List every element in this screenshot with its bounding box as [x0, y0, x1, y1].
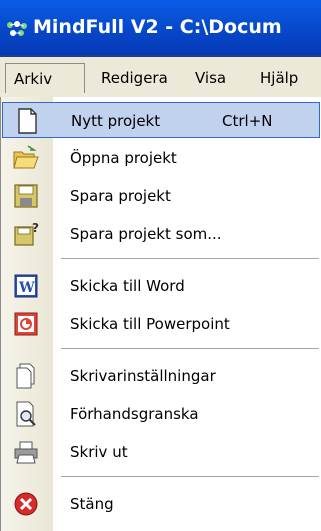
word-icon: W — [14, 274, 38, 298]
menu-item-label: Spara projekt som... — [70, 225, 222, 243]
menu-separator — [61, 258, 319, 259]
title-bar[interactable]: MindFull V2 - C:\Docum — [0, 0, 321, 57]
printer-icon — [14, 441, 38, 464]
menu-separator — [61, 348, 319, 349]
menu-hjalp[interactable]: Hjälp — [260, 63, 298, 93]
menu-visa[interactable]: Visa — [195, 63, 226, 93]
svg-text:?: ? — [32, 221, 39, 235]
menu-item-label: Förhandsgranska — [70, 405, 199, 423]
close-circle-icon — [14, 492, 38, 516]
menu-item-skicka-till-word[interactable]: W Skicka till Word — [2, 268, 320, 304]
menu-redigera[interactable]: Redigera — [101, 63, 168, 93]
menu-item-stang[interactable]: Stäng — [2, 486, 320, 522]
word-badge: W — [18, 280, 35, 296]
new-document-icon — [18, 108, 37, 134]
menu-item-nytt-projekt[interactable]: Nytt projekt Ctrl+N — [2, 102, 320, 138]
menu-item-label: Skriv ut — [70, 443, 128, 461]
page-setup-icon — [16, 363, 35, 389]
menu-item-label: Öppna projekt — [70, 149, 177, 167]
powerpoint-icon — [14, 312, 38, 336]
menu-item-label: Nytt projekt — [71, 112, 161, 130]
window-title: MindFull V2 - C:\Docum — [33, 16, 282, 38]
menu-item-spara-projekt-som[interactable]: ? Spara projekt som... — [2, 216, 320, 252]
menu-item-spara-projekt[interactable]: Spara projekt — [2, 178, 320, 214]
menu-item-label: Stäng — [70, 495, 114, 513]
menu-item-oppna-projekt[interactable]: Öppna projekt — [2, 140, 320, 176]
menu-item-label: Skrivarinställningar — [70, 367, 216, 385]
app-logo-icon — [7, 21, 27, 36]
menu-arkiv[interactable]: Arkiv — [5, 63, 85, 93]
arkiv-dropdown-menu: Nytt projekt Ctrl+N Öppna projekt Spara … — [0, 97, 321, 531]
menu-item-skrivarinstallningar[interactable]: Skrivarinställningar — [2, 358, 320, 394]
menu-separator — [61, 476, 319, 477]
menu-item-label: Skicka till Powerpoint — [70, 315, 230, 333]
save-floppy-icon — [14, 184, 38, 208]
save-as-icon: ? — [14, 221, 39, 246]
menu-item-shortcut: Ctrl+N — [222, 112, 273, 130]
menu-item-label: Skicka till Word — [70, 277, 185, 295]
open-folder-icon — [13, 145, 39, 169]
menu-bar: Arkiv Redigera Visa Hjälp — [0, 57, 321, 98]
print-preview-icon — [16, 401, 36, 427]
menu-item-skriv-ut[interactable]: Skriv ut — [2, 434, 320, 470]
menu-item-label: Spara projekt — [70, 187, 171, 205]
menu-item-forhandsgranska[interactable]: Förhandsgranska — [2, 396, 320, 432]
menu-item-skicka-till-powerpoint[interactable]: Skicka till Powerpoint — [2, 306, 320, 342]
